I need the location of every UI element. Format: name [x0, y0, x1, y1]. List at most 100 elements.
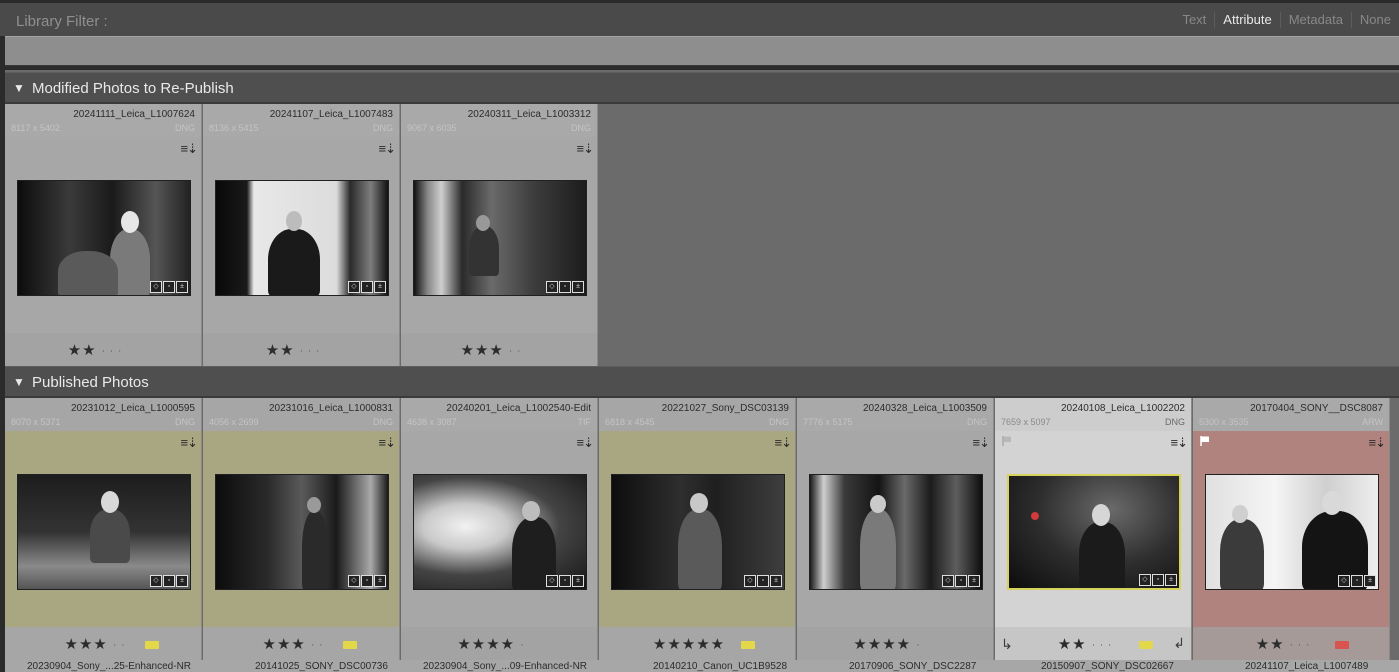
disclosure-triangle-icon[interactable]: ▼ [13, 375, 25, 389]
photo-thumbnail[interactable]: ◇ ▫ ± [215, 180, 389, 296]
star-rating[interactable]: ★★★ · · [5, 635, 201, 653]
edit-badge-icon: ± [176, 575, 188, 587]
cell-filename: 20141025_SONY_DSC00736 [255, 661, 388, 672]
cell-info: 20170404_SONY__DSC8087 5300 x 3535 ARW [1193, 398, 1389, 431]
photo-badges: ◇ ▫ ± [1139, 574, 1177, 586]
stars: ★★ [1057, 636, 1087, 653]
section-title: Modified Photos to Re-Publish [32, 80, 234, 97]
cell-footer: ★★ · · · [5, 333, 201, 368]
develop-badge-icon: ◇ [348, 281, 360, 293]
metadata-icon[interactable]: ≡⇣ [973, 435, 991, 451]
cell-filename: 20241107_Leica_L1007483 [269, 109, 393, 120]
cell-footer: ★★★★ · [401, 627, 597, 662]
star-rating[interactable]: ★★ · · · [203, 341, 399, 359]
grid-cell[interactable]: 20240201_Leica_L1002540-Edit 4638 x 3087… [401, 398, 598, 662]
color-label[interactable] [145, 641, 159, 649]
photo-thumbnail[interactable]: ◇ ▫ ± [215, 474, 389, 590]
metadata-icon[interactable]: ≡⇣ [379, 141, 397, 157]
photo-thumbnail[interactable]: ◇ ▫ ± [1205, 474, 1379, 590]
grid-cell[interactable]: 20170404_SONY__DSC8087 5300 x 3535 ARW ≡… [1193, 398, 1390, 662]
star-rating[interactable]: ★★★★ · [401, 635, 597, 653]
crop-badge-icon: ▫ [361, 281, 373, 293]
filter-tab-none[interactable]: None [1350, 12, 1399, 28]
cell-extension: DNG [373, 123, 393, 133]
grid-cell[interactable]: 20241111_Leica_L1007624 8117 x 5402 DNG … [5, 104, 202, 368]
cell-footer: ★★ · · · [203, 333, 399, 368]
metadata-icon[interactable]: ≡⇣ [181, 435, 199, 451]
star-rating[interactable]: ★★ · · · [5, 341, 201, 359]
star-rating[interactable]: ★★★★★ [599, 635, 795, 653]
crop-badge-icon: ▫ [559, 575, 571, 587]
empty-stars: · [520, 639, 525, 651]
cell-extension: DNG [571, 123, 591, 133]
metadata-icon[interactable]: ≡⇣ [1369, 435, 1387, 451]
photo-badges: ◇ ▫ ± [150, 575, 188, 587]
filter-tab-text[interactable]: Text [1174, 12, 1214, 28]
disclosure-triangle-icon[interactable]: ▼ [13, 81, 25, 95]
metadata-icon[interactable]: ≡⇣ [577, 141, 595, 157]
metadata-icon[interactable]: ≡⇣ [181, 141, 199, 157]
star-rating[interactable]: ★★ · · · [1193, 635, 1389, 653]
stars: ★★ [67, 342, 97, 359]
grid-cell[interactable]: 20221027_Sony_DSC03139 6818 x 4545 DNG ≡… [599, 398, 796, 662]
photo-badges: ◇ ▫ ± [1338, 575, 1376, 587]
library-filter-bar: Library Filter : Text Attribute Metadata… [0, 0, 1399, 36]
cell-dimensions: 6818 x 4545 [605, 417, 655, 427]
section-header-published[interactable]: ▼ Published Photos [5, 366, 1399, 398]
cell-dimensions: 7659 x 5097 [1001, 417, 1051, 427]
photo-thumbnail[interactable]: ◇ ▫ ± [809, 474, 983, 590]
empty-stars: · · [311, 639, 324, 651]
cell-footer: ★★★★★ [599, 627, 795, 662]
cell-dimensions: 7776 x 5175 [803, 417, 853, 427]
metadata-icon[interactable]: ≡⇣ [1171, 435, 1189, 451]
cell-footer: ↳ ★★ · · · ↲ [995, 627, 1191, 662]
filter-tabs: Text Attribute Metadata None [1174, 12, 1399, 28]
develop-badge-icon: ◇ [150, 575, 162, 587]
cell-extension: DNG [769, 417, 789, 427]
filter-tab-metadata[interactable]: Metadata [1279, 12, 1351, 28]
grid-cell[interactable]: 20240328_Leica_L1003509 7776 x 5175 DNG … [797, 398, 994, 662]
photo-thumbnail[interactable]: ◇ ▫ ± [413, 180, 587, 296]
cell-filename: 20150907_SONY_DSC02667 [1041, 661, 1174, 672]
cell-filename: 20241111_Leica_L1007624 [73, 109, 195, 120]
grid-cell[interactable]: 20231016_Leica_L1000831 4056 x 2699 DNG … [203, 398, 400, 662]
metadata-icon[interactable]: ≡⇣ [577, 435, 595, 451]
photo-thumbnail[interactable]: ◇ ▫ ± [17, 180, 191, 296]
section-header-modified[interactable]: ▼ Modified Photos to Re-Publish [5, 72, 1399, 104]
cell-filename: 20241107_Leica_L1007489 [1245, 661, 1369, 672]
star-rating[interactable]: ★★★★ · [797, 635, 993, 653]
metadata-icon[interactable]: ≡⇣ [379, 435, 397, 451]
filter-tab-attribute[interactable]: Attribute [1214, 12, 1279, 28]
photo-thumbnail[interactable]: ◇ ▫ ± [1007, 474, 1181, 590]
empty-stars: · · · [299, 345, 321, 357]
color-label[interactable] [741, 641, 755, 649]
edit-badge-icon: ± [1364, 575, 1376, 587]
star-rating[interactable]: ★★★ · · [203, 635, 399, 653]
cell-info: 20240311_Leica_L1003312 9067 x 6035 DNG [401, 104, 597, 137]
star-rating[interactable]: ★★ · · · [995, 635, 1191, 653]
star-rating[interactable]: ★★★ · · [401, 341, 597, 359]
photo-thumbnail[interactable]: ◇ ▫ ± [413, 474, 587, 590]
color-label[interactable] [1139, 641, 1153, 649]
cell-filename: 20240108_Leica_L1002202 [1060, 403, 1185, 414]
grid-cell-selected[interactable]: 20240108_Leica_L1002202 7659 x 5097 DNG … [995, 398, 1192, 662]
photo-thumbnail[interactable]: ◇ ▫ ± [611, 474, 785, 590]
rotate-right-icon[interactable]: ↲ [1173, 635, 1185, 652]
empty-stars: · [916, 639, 921, 651]
crop-badge-icon: ▫ [1351, 575, 1363, 587]
cell-info: 20241111_Leica_L1007624 8117 x 5402 DNG [5, 104, 201, 137]
stars: ★★ [265, 342, 295, 359]
color-label[interactable] [343, 641, 357, 649]
cell-extension: DNG [967, 417, 987, 427]
cell-info: 20221027_Sony_DSC03139 6818 x 4545 DNG [599, 398, 795, 431]
stars: ★★★★ [457, 636, 516, 653]
photo-thumbnail[interactable]: ◇ ▫ ± [17, 474, 191, 590]
stars: ★★★★★ [652, 636, 726, 653]
grid-cell[interactable]: 20231012_Leica_L1000595 8070 x 5371 DNG … [5, 398, 202, 662]
grid-cell[interactable]: 20240311_Leica_L1003312 9067 x 6035 DNG … [401, 104, 598, 368]
color-label[interactable] [1335, 641, 1349, 649]
flag-icon[interactable] [1001, 435, 1013, 447]
pick-flag-icon[interactable] [1199, 435, 1211, 447]
grid-cell[interactable]: 20241107_Leica_L1007483 8136 x 5415 DNG … [203, 104, 400, 368]
metadata-icon[interactable]: ≡⇣ [775, 435, 793, 451]
